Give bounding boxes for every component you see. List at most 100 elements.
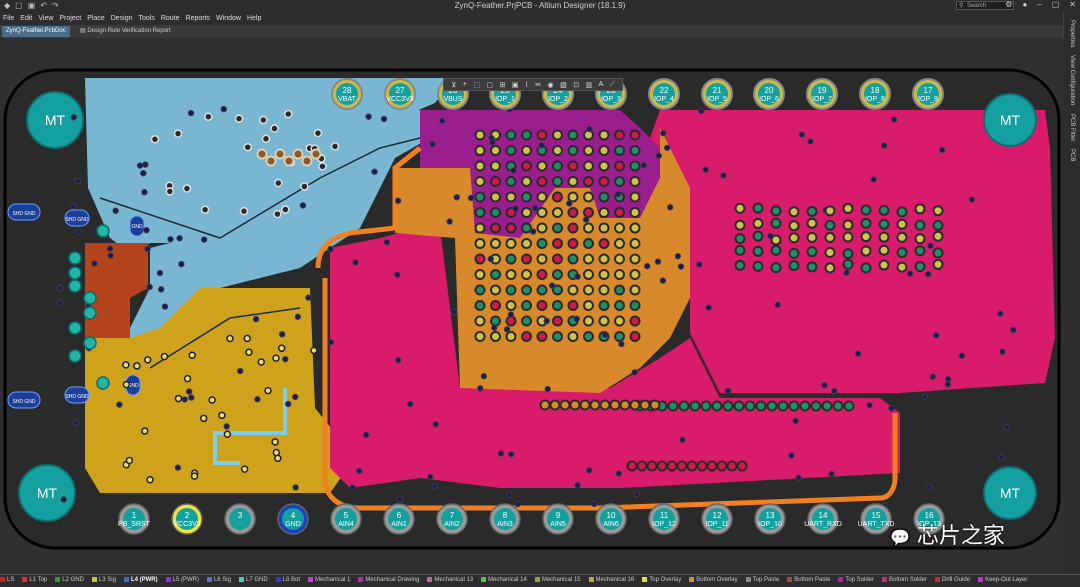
menu-view[interactable]: View <box>35 12 56 25</box>
tab-drc-report[interactable]: ▤ Design Rule Verification Report <box>76 26 175 37</box>
chart-icon[interactable]: ▥ <box>586 81 593 89</box>
header-pin: 6AIN1 <box>383 503 415 535</box>
route-icon[interactable]: ⌇ <box>525 81 528 89</box>
layer-tab[interactable]: Mechanical Drawing <box>358 575 419 586</box>
layer-tab[interactable]: Mechanical 16 <box>588 575 634 586</box>
layer-tab[interactable]: Top Solder <box>838 575 874 586</box>
via <box>536 284 548 296</box>
via <box>146 475 154 484</box>
panel-properties[interactable]: Properties <box>1069 20 1075 47</box>
menu-design[interactable]: Design <box>108 12 136 25</box>
layer-tab[interactable]: Mechanical 13 <box>427 575 473 586</box>
layer-tab[interactable]: LS <box>0 575 14 586</box>
mounting-hole: MT <box>983 93 1037 147</box>
pin-name: AIN5 <box>550 521 566 528</box>
panel-view-configuration[interactable]: View Configuration <box>1069 55 1075 105</box>
align-icon[interactable]: ⊞ <box>500 81 506 89</box>
polygon-icon[interactable]: ▧ <box>560 81 567 89</box>
text-icon[interactable]: A <box>599 81 604 88</box>
menu-place[interactable]: Place <box>84 12 108 25</box>
tab-pcbdoc[interactable]: ZynQ-Feather.PcbDoc <box>2 26 70 37</box>
rect-icon[interactable]: ▢ <box>486 81 493 89</box>
via <box>649 399 661 411</box>
layer-tab[interactable]: Mechanical 15 <box>534 575 581 586</box>
svg-text:SHD GND: SHD GND <box>65 217 88 223</box>
menu-window[interactable]: Window <box>213 12 244 25</box>
line-icon[interactable]: ⟋ <box>610 81 615 89</box>
layer-tab[interactable]: Top Overlay <box>642 575 681 586</box>
connector-pad <box>68 321 82 335</box>
layer-tab[interactable]: L2 GND <box>55 575 84 586</box>
layer-tab[interactable]: L3 Sig <box>91 575 116 586</box>
layer-tab[interactable]: L4 (PWR) <box>123 575 158 586</box>
pin-name: GND <box>285 521 301 528</box>
via <box>639 399 651 411</box>
via <box>997 310 1004 317</box>
tab-label: Design Rule Verification Report <box>87 28 171 34</box>
via <box>508 451 515 458</box>
settings-icon[interactable]: ⚙ <box>1005 0 1012 9</box>
layer-tab[interactable]: Bottom Paste <box>787 575 830 586</box>
via <box>490 238 501 249</box>
pin-number: 20 <box>765 86 774 95</box>
move-icon[interactable]: + <box>463 81 467 88</box>
via <box>821 400 833 412</box>
via <box>567 284 579 296</box>
select-icon[interactable]: ⬚ <box>473 81 480 89</box>
layer-tab[interactable]: Keep-Out Layer <box>978 575 1027 586</box>
via <box>489 139 496 146</box>
pad-icon[interactable]: ◉ <box>548 81 554 89</box>
menu-project[interactable]: Project <box>56 12 84 25</box>
layer-tab[interactable]: Bottom Overlay <box>689 575 738 586</box>
panel-pcb-filter[interactable]: PCB Filter <box>1069 114 1075 141</box>
layer-color-swatch <box>238 576 244 582</box>
user-icon[interactable]: ● <box>1022 0 1027 9</box>
keepout-icon[interactable]: ⊡ <box>573 81 579 89</box>
via <box>161 303 169 310</box>
menu-reports[interactable]: Reports <box>183 12 214 25</box>
layer-tab[interactable]: Top Paste <box>745 575 779 586</box>
layer-color-swatch <box>22 576 28 582</box>
via <box>521 207 532 218</box>
layer-tab[interactable]: L5 (PWR) <box>165 575 199 586</box>
layer-tab[interactable]: L7 GND <box>238 575 268 586</box>
menu-file[interactable]: File <box>0 12 17 25</box>
menu-route[interactable]: Route <box>158 12 183 25</box>
layer-tab[interactable]: L1 Top <box>22 575 47 586</box>
layer-label: Keep-Out Layer <box>985 577 1028 583</box>
minimize-button[interactable]: – <box>1037 0 1041 9</box>
pcb-toolbar: ⊻ + ⬚ ▢ ⊞ ▣ ⌇ ⫘ ◉ ▧ ⊡ ▥ A ⟋ <box>443 78 623 91</box>
svg-text:MT: MT <box>45 112 66 128</box>
menu-tools[interactable]: Tools <box>136 12 158 25</box>
filter-icon[interactable]: ⊻ <box>451 81 456 89</box>
maximize-button[interactable]: ▢ <box>1052 0 1060 9</box>
panel-pcb[interactable]: PCB <box>1069 149 1075 161</box>
component-icon[interactable]: ▣ <box>512 81 519 89</box>
via <box>927 242 934 249</box>
via <box>598 315 610 327</box>
via <box>536 300 548 311</box>
layer-tab[interactable]: Drill Guide <box>935 575 970 586</box>
via <box>305 294 312 301</box>
via <box>598 145 610 156</box>
layer-tab[interactable]: L6 Sig <box>206 575 231 586</box>
close-button[interactable]: ✕ <box>1069 0 1076 9</box>
diffpair-icon[interactable]: ⫘ <box>535 81 541 89</box>
via <box>282 355 289 363</box>
layer-tab[interactable]: Bottom Solder <box>882 575 927 586</box>
menu-edit[interactable]: Edit <box>17 12 35 25</box>
menu-help[interactable]: Help <box>244 12 264 25</box>
via <box>614 129 625 141</box>
via <box>514 500 521 508</box>
layer-tab[interactable]: Mechanical 1 <box>308 575 350 586</box>
via <box>187 109 195 117</box>
pin-number: 27 <box>396 86 405 95</box>
via <box>711 400 723 412</box>
via <box>589 399 601 411</box>
layer-tab[interactable]: L8 Bot <box>275 575 300 586</box>
pcb-canvas[interactable]: MT MT MT MT SHD GND SHD GND SHD GND SHD … <box>0 38 1064 574</box>
layer-tab[interactable]: Mechanical 14 <box>481 575 527 586</box>
via <box>200 236 208 243</box>
via <box>614 315 625 327</box>
pin-number: 5 <box>344 511 349 520</box>
